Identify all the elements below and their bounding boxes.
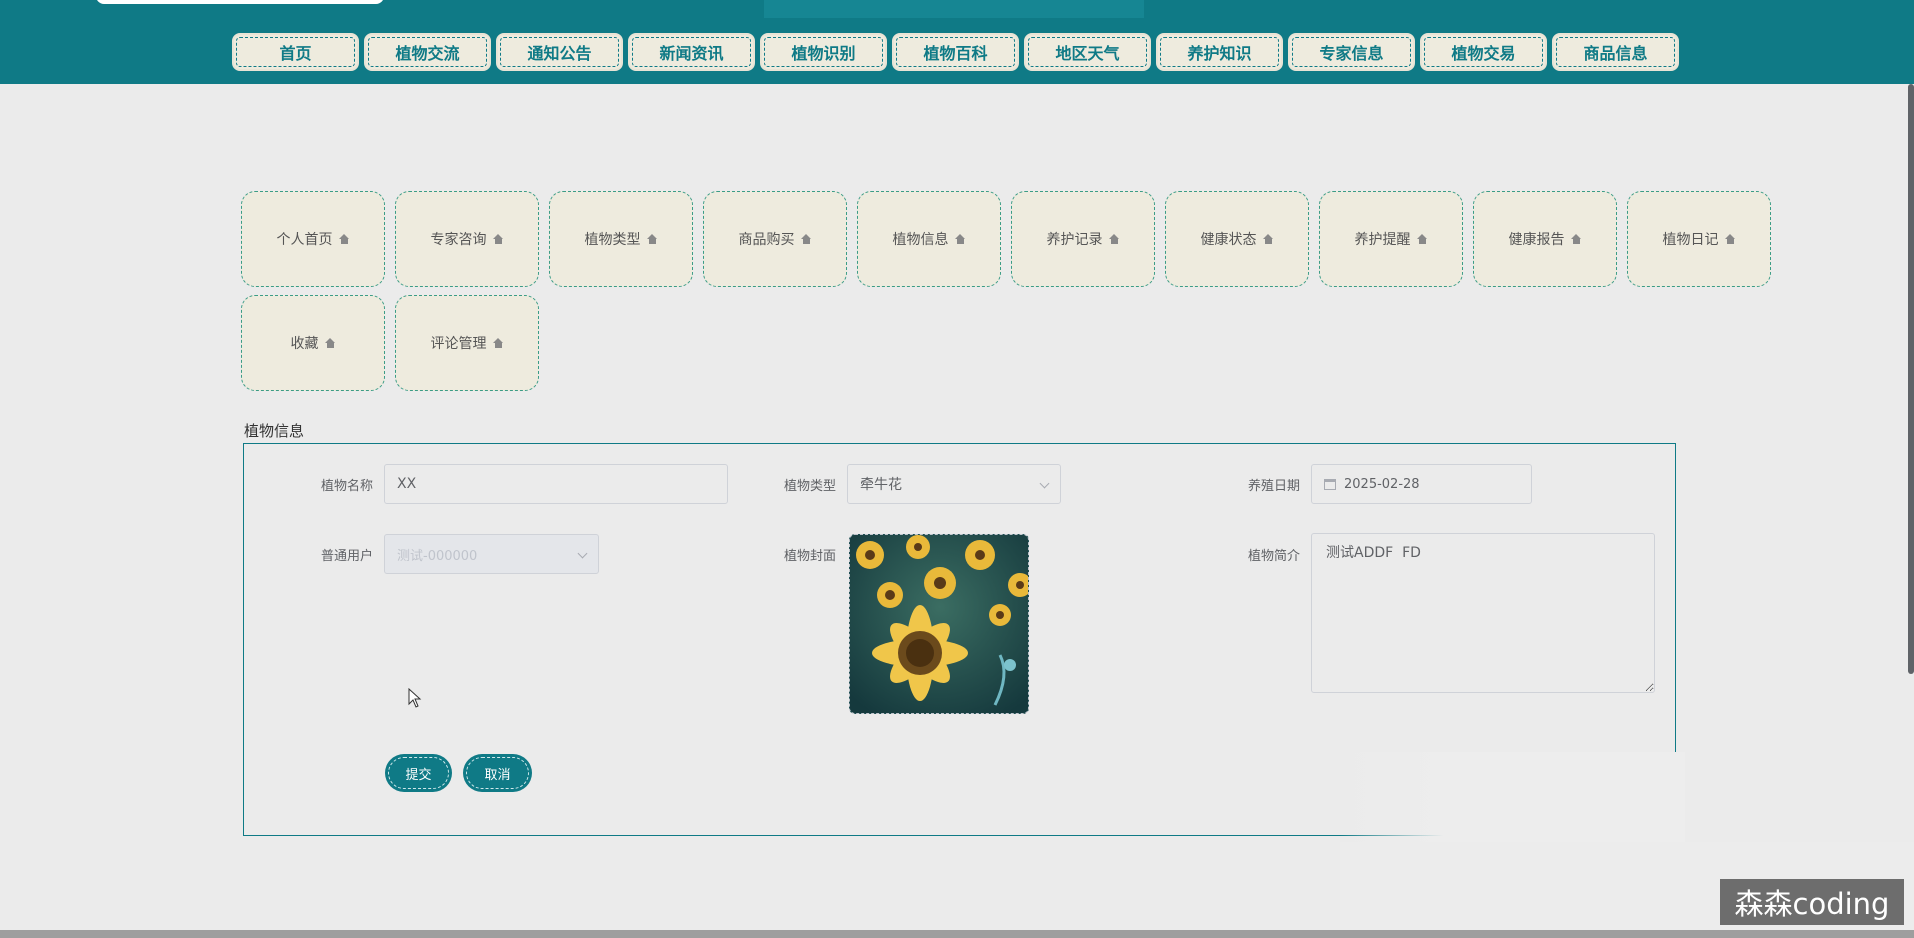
calendar-icon xyxy=(1324,478,1336,490)
nav-item-plant-encyclopedia[interactable]: 植物百科 xyxy=(892,33,1019,71)
home-icon xyxy=(492,234,504,244)
overlay-fade xyxy=(1340,752,1685,842)
menu-card-label: 商品购买 xyxy=(738,232,795,248)
home-icon xyxy=(954,234,966,244)
user-select: 测试-000000 xyxy=(384,534,599,574)
menu-card-label: 个人首页 xyxy=(276,232,333,248)
nav-item-experts[interactable]: 专家信息 xyxy=(1288,33,1415,71)
menu-card-label: 植物类型 xyxy=(584,232,641,248)
watermark: 森森coding xyxy=(1720,879,1904,925)
menu-card-care-records[interactable]: 养护记录 xyxy=(1011,191,1155,287)
home-icon xyxy=(1262,234,1274,244)
menu-card-health-report[interactable]: 健康报告 xyxy=(1473,191,1617,287)
menu-card-label: 健康报告 xyxy=(1508,232,1565,248)
home-icon xyxy=(324,338,336,348)
menu-card-plant-diary[interactable]: 植物日记 xyxy=(1627,191,1771,287)
menu-card-care-reminders[interactable]: 养护提醒 xyxy=(1319,191,1463,287)
user-value: 测试-000000 xyxy=(397,548,478,564)
menu-card-favorites[interactable]: 收藏 xyxy=(241,295,385,391)
home-icon xyxy=(1570,234,1582,244)
home-icon xyxy=(646,234,658,244)
sunflower-image xyxy=(850,535,1028,713)
horizontal-scrollbar[interactable] xyxy=(0,930,1914,938)
home-icon xyxy=(1108,234,1120,244)
menu-card-label: 评论管理 xyxy=(430,336,487,352)
home-icon xyxy=(1416,234,1428,244)
plant-name-input[interactable]: XX xyxy=(384,464,728,504)
section-title: 植物信息 xyxy=(244,422,305,440)
plant-name-label: 植物名称 xyxy=(320,479,373,494)
plant-type-label: 植物类型 xyxy=(783,479,836,494)
search-box[interactable] xyxy=(96,0,384,4)
main-nav: 首页 植物交流 通知公告 新闻资讯 植物识别 植物百科 地区天气 养护知识 专家… xyxy=(0,18,1914,84)
chevron-down-icon xyxy=(577,548,588,559)
header-highlight xyxy=(764,0,1144,18)
nav-item-plant-exchange[interactable]: 植物交流 xyxy=(364,33,491,71)
plant-type-value: 牵牛花 xyxy=(860,477,902,493)
nav-item-products[interactable]: 商品信息 xyxy=(1552,33,1679,71)
menu-card-label: 养护提醒 xyxy=(1354,232,1411,248)
plant-date-value: 2025-02-28 xyxy=(1344,476,1420,492)
chevron-down-icon xyxy=(1039,478,1050,489)
home-icon xyxy=(800,234,812,244)
menu-card-label: 植物信息 xyxy=(892,232,949,248)
top-header-band xyxy=(0,0,1914,18)
nav-item-plant-trade[interactable]: 植物交易 xyxy=(1420,33,1547,71)
nav-item-home[interactable]: 首页 xyxy=(232,33,359,71)
intro-label: 植物简介 xyxy=(1247,549,1300,564)
user-center-menu: 个人首页 专家咨询 植物类型 商品购买 植物信息 养护记录 健康状态 养护提醒 … xyxy=(241,191,1801,391)
plant-date-label: 养殖日期 xyxy=(1247,479,1300,494)
menu-card-purchase[interactable]: 商品购买 xyxy=(703,191,847,287)
menu-card-label: 收藏 xyxy=(290,336,319,352)
menu-card-plant-types[interactable]: 植物类型 xyxy=(549,191,693,287)
plant-cover-upload[interactable] xyxy=(849,534,1029,714)
plant-intro-textarea[interactable]: 测试ADDF FD xyxy=(1311,533,1655,693)
menu-card-plant-info[interactable]: 植物信息 xyxy=(857,191,1001,287)
home-icon xyxy=(338,234,350,244)
menu-card-label: 养护记录 xyxy=(1046,232,1103,248)
nav-item-care-knowledge[interactable]: 养护知识 xyxy=(1156,33,1283,71)
menu-card-profile[interactable]: 个人首页 xyxy=(241,191,385,287)
user-label: 普通用户 xyxy=(320,549,373,564)
home-icon xyxy=(1724,234,1736,244)
menu-card-label: 专家咨询 xyxy=(430,232,487,248)
home-icon xyxy=(492,338,504,348)
nav-item-plant-identify[interactable]: 植物识别 xyxy=(760,33,887,71)
page-scrollbar[interactable] xyxy=(1908,84,1914,674)
nav-list: 首页 植物交流 通知公告 新闻资讯 植物识别 植物百科 地区天气 养护知识 专家… xyxy=(232,33,1679,71)
submit-button[interactable]: 提交 xyxy=(385,754,452,792)
menu-card-label: 植物日记 xyxy=(1662,232,1719,248)
menu-card-comments[interactable]: 评论管理 xyxy=(395,295,539,391)
plant-type-select[interactable]: 牵牛花 xyxy=(847,464,1061,504)
nav-item-weather[interactable]: 地区天气 xyxy=(1024,33,1151,71)
mouse-cursor-icon xyxy=(408,688,422,708)
plant-date-picker[interactable]: 2025-02-28 xyxy=(1311,464,1532,504)
nav-item-news[interactable]: 新闻资讯 xyxy=(628,33,755,71)
menu-card-expert-consult[interactable]: 专家咨询 xyxy=(395,191,539,287)
cover-label: 植物封面 xyxy=(783,549,836,564)
menu-card-health-status[interactable]: 健康状态 xyxy=(1165,191,1309,287)
menu-card-label: 健康状态 xyxy=(1200,232,1257,248)
nav-item-notices[interactable]: 通知公告 xyxy=(496,33,623,71)
cancel-button[interactable]: 取消 xyxy=(463,754,532,792)
